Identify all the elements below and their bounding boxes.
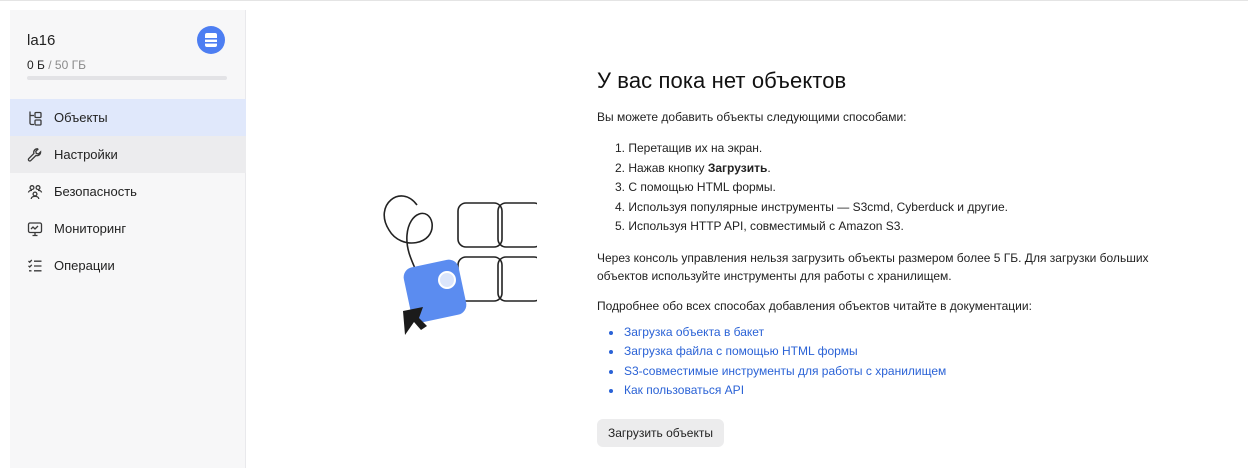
empty-state-content: У вас пока нет объектов Вы можете добави… (597, 68, 1197, 447)
list-item: 4. Используя популярные инструменты — S3… (615, 198, 1197, 218)
list-item: 3. С помощью HTML формы. (615, 178, 1197, 198)
step-text: 3. С помощью HTML формы. (615, 180, 776, 194)
sidebar-item-label: Безопасность (54, 184, 137, 199)
step-text: 1. Перетащив их на экран. (615, 141, 763, 155)
bucket-name: la16 (27, 32, 56, 49)
link-api-usage[interactable]: Как пользоваться API (624, 383, 744, 397)
page-title: У вас пока нет объектов (597, 68, 847, 93)
bucket-total: 50 ГБ (54, 58, 86, 72)
list-item: 2. Нажав кнопку Загрузить. (615, 159, 1197, 179)
step-text: 2. Нажав кнопку (615, 160, 708, 175)
sidebar-item-settings[interactable]: Настройки (10, 136, 246, 173)
monitor-icon (26, 220, 44, 238)
size-limit-note: Через консоль управления нельзя загрузит… (597, 250, 1149, 283)
link-s3-tools[interactable]: S3-совместимые инструменты для работы с … (624, 364, 946, 378)
sidebar-item-label: Настройки (54, 147, 118, 162)
bucket-usage-text: 0 Б / 50 ГБ (27, 58, 86, 72)
sidebar-nav: Объекты Настройки Безопасность Мониторин… (10, 99, 246, 284)
main-panel: У вас пока нет объектов Вы можете добави… (247, 10, 1248, 468)
upload-methods-list: 1. Перетащив их на экран. 2. Нажав кнопк… (597, 139, 1197, 237)
bucket-icon (197, 26, 225, 54)
operations-list-icon (26, 257, 44, 275)
sidebar-item-operations[interactable]: Операции (10, 247, 246, 284)
bucket-header: la16 0 Б / 50 ГБ (10, 10, 246, 94)
sidebar-item-label: Мониторинг (54, 221, 127, 236)
sidebar-item-monitoring[interactable]: Мониторинг (10, 210, 246, 247)
step-text: 5. Используя HTTP API, совместимый с Ama… (615, 219, 904, 233)
bucket-usage-bar (27, 76, 227, 80)
link-html-form-upload[interactable]: Загрузка файла с помощью HTML формы (624, 344, 858, 358)
empty-state-illustration (377, 185, 543, 355)
list-item: 1. Перетащив их на экран. (615, 139, 1197, 159)
list-item: Загрузка объекта в бакет (609, 323, 1197, 343)
sidebar-item-objects[interactable]: Объекты (10, 99, 246, 136)
bucket-separator: / (44, 58, 55, 72)
users-icon (26, 183, 44, 201)
step-text: 4. Используя популярные инструменты — S3… (615, 199, 1008, 214)
sidebar-item-label: Операции (54, 258, 115, 273)
step-suffix: . (767, 160, 771, 175)
objects-icon (26, 109, 44, 127)
upload-objects-button[interactable]: Загрузить объекты (597, 418, 724, 447)
wrench-icon (26, 146, 44, 164)
link-upload-object[interactable]: Загрузка объекта в бакет (624, 325, 764, 339)
bucket-used: 0 Б (27, 58, 45, 72)
sidebar-item-security[interactable]: Безопасность (10, 173, 246, 210)
list-item: Как пользоваться API (609, 381, 1197, 401)
sidebar-item-label: Объекты (54, 110, 108, 125)
docs-links-list: Загрузка объекта в бакет Загрузка файла … (597, 323, 1197, 401)
step-bold-text: Загрузить (707, 160, 768, 175)
docs-intro-text: Подробнее обо всех способах добавления о… (597, 298, 1032, 313)
list-item: S3-совместимые инструменты для работы с … (609, 362, 1197, 382)
sidebar: la16 0 Б / 50 ГБ Объекты Настройки Безоп… (10, 10, 246, 468)
list-item: Загрузка файла с помощью HTML формы (609, 342, 1197, 362)
list-item: 5. Используя HTTP API, совместимый с Ama… (615, 217, 1197, 237)
intro-text: Вы можете добавить объекты следующими сп… (597, 110, 907, 124)
